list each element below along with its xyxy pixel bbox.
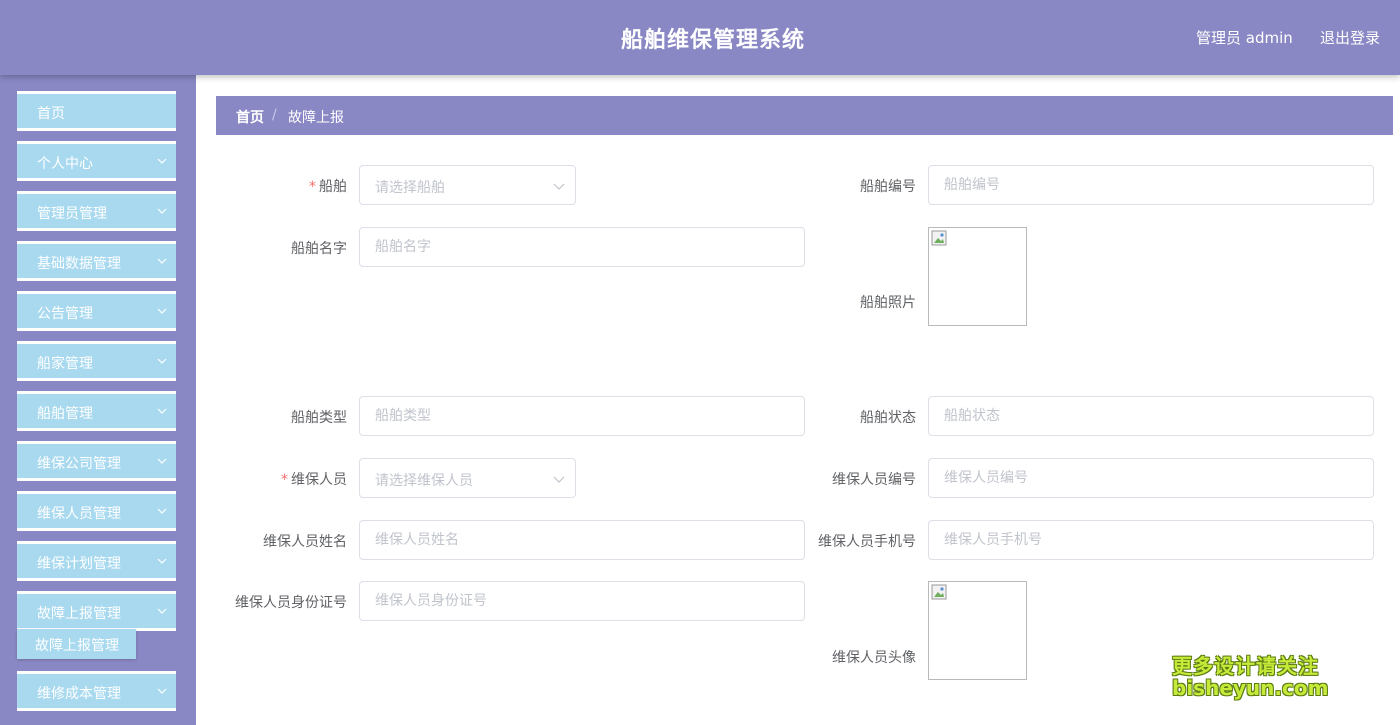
chevron-down-icon: [157, 358, 167, 364]
chevron-down-icon: [157, 158, 167, 164]
ship-name-label: 船舶名字: [291, 241, 347, 257]
sidebar-item-label: 船舶管理: [37, 406, 93, 422]
chevron-down-icon: [157, 258, 167, 264]
breadcrumb-current: 故障上报: [288, 110, 344, 126]
sidebar-item-label: 故障上报管理: [37, 606, 121, 622]
chevron-down-icon: [157, 508, 167, 514]
breadcrumb-separator: /: [272, 107, 277, 123]
sidebar-item-admin[interactable]: 管理员管理: [17, 191, 176, 231]
staff-id-label: 维保人员身份证号: [235, 595, 347, 611]
ship-label: * 船舶: [309, 179, 347, 195]
sidebar-item-label: 公告管理: [37, 306, 93, 322]
staff-select[interactable]: 请选择维保人员: [359, 458, 576, 498]
chevron-down-icon: [157, 408, 167, 414]
sidebar-subitem-fault-report[interactable]: 故障上报管理: [17, 629, 136, 659]
staff-avatar-image: [928, 581, 1027, 680]
chevron-down-icon: [553, 476, 565, 483]
staff-phone-input[interactable]: [928, 520, 1374, 560]
sidebar-item-label: 维修成本管理: [37, 686, 121, 702]
staff-phone-label: 维保人员手机号: [818, 534, 916, 550]
ship-photo-image: [928, 227, 1027, 326]
sidebar-item-personal-center[interactable]: 个人中心: [17, 141, 176, 181]
ship-select[interactable]: 请选择船舶: [359, 165, 576, 205]
chevron-down-icon: [157, 208, 167, 214]
ship-no-input[interactable]: [928, 165, 1374, 205]
sidebar-item-label: 首页: [37, 106, 65, 122]
chevron-down-icon: [157, 458, 167, 464]
staff-id-input[interactable]: [359, 581, 805, 621]
ship-photo-label: 船舶照片: [860, 295, 916, 311]
staff-avatar-label: 维保人员头像: [832, 650, 916, 666]
sidebar-item-label: 维保人员管理: [37, 506, 121, 522]
sidebar-item-label: 船家管理: [37, 356, 93, 372]
staff-name-label: 维保人员姓名: [263, 534, 347, 550]
breadcrumb: 首页 / 故障上报: [216, 96, 1393, 135]
chevron-down-icon: [157, 688, 167, 694]
ship-select-placeholder: 请选择船舶: [375, 180, 445, 196]
sidebar-item-label: 管理员管理: [37, 206, 107, 222]
chevron-down-icon: [553, 183, 565, 190]
sidebar-item-repair-cost[interactable]: 维修成本管理: [17, 671, 176, 711]
sidebar-item-notice[interactable]: 公告管理: [17, 291, 176, 331]
sidebar-item-label: 维保公司管理: [37, 456, 121, 472]
breadcrumb-home[interactable]: 首页: [236, 107, 264, 127]
logout-link[interactable]: 退出登录: [1320, 27, 1380, 48]
current-user: 管理员 admin: [1196, 29, 1293, 47]
ship-type-label: 船舶类型: [291, 410, 347, 426]
watermark-line2: bisheyun.com: [1172, 676, 1329, 700]
sidebar-item-label: 基础数据管理: [37, 256, 121, 272]
ship-status-input[interactable]: [928, 396, 1374, 436]
sidebar-item-fault-report[interactable]: 故障上报管理: [17, 591, 176, 631]
sidebar-item-maint-plan[interactable]: 维保计划管理: [17, 541, 176, 581]
chevron-down-icon: [157, 608, 167, 614]
sidebar-item-maint-company[interactable]: 维保公司管理: [17, 441, 176, 481]
staff-label: * 维保人员: [281, 472, 347, 488]
sidebar-item-label: 维保计划管理: [37, 556, 121, 572]
ship-no-label: 船舶编号: [860, 179, 916, 195]
sidebar-item-home[interactable]: 首页: [17, 91, 176, 131]
staff-no-input[interactable]: [928, 458, 1374, 498]
app-title: 船舶维保管理系统: [620, 28, 805, 53]
broken-image-icon: [931, 584, 947, 600]
sidebar-item-ship-owner[interactable]: 船家管理: [17, 341, 176, 381]
ship-name-input[interactable]: [359, 227, 805, 267]
sidebar-item-label: 个人中心: [37, 156, 93, 172]
sidebar-item-base-data[interactable]: 基础数据管理: [17, 241, 176, 281]
staff-name-input[interactable]: [359, 520, 805, 560]
sidebar-subitem-label: 故障上报管理: [35, 638, 119, 654]
watermark-line1: 更多设计请关注: [1172, 654, 1319, 678]
sidebar-item-maint-staff[interactable]: 维保人员管理: [17, 491, 176, 531]
chevron-down-icon: [157, 308, 167, 314]
ship-type-input[interactable]: [359, 396, 805, 436]
top-bar: 船舶维保管理系统 管理员 admin 退出登录: [0, 0, 1400, 75]
sidebar: 首页 个人中心 管理员管理 基础数据管理 公告管理 船家管理 船舶管理 维保公司…: [0, 75, 196, 725]
chevron-down-icon: [157, 558, 167, 564]
sidebar-item-ship[interactable]: 船舶管理: [17, 391, 176, 431]
broken-image-icon: [931, 230, 947, 246]
ship-status-label: 船舶状态: [860, 410, 916, 426]
staff-no-label: 维保人员编号: [832, 472, 916, 488]
staff-select-placeholder: 请选择维保人员: [375, 473, 473, 489]
